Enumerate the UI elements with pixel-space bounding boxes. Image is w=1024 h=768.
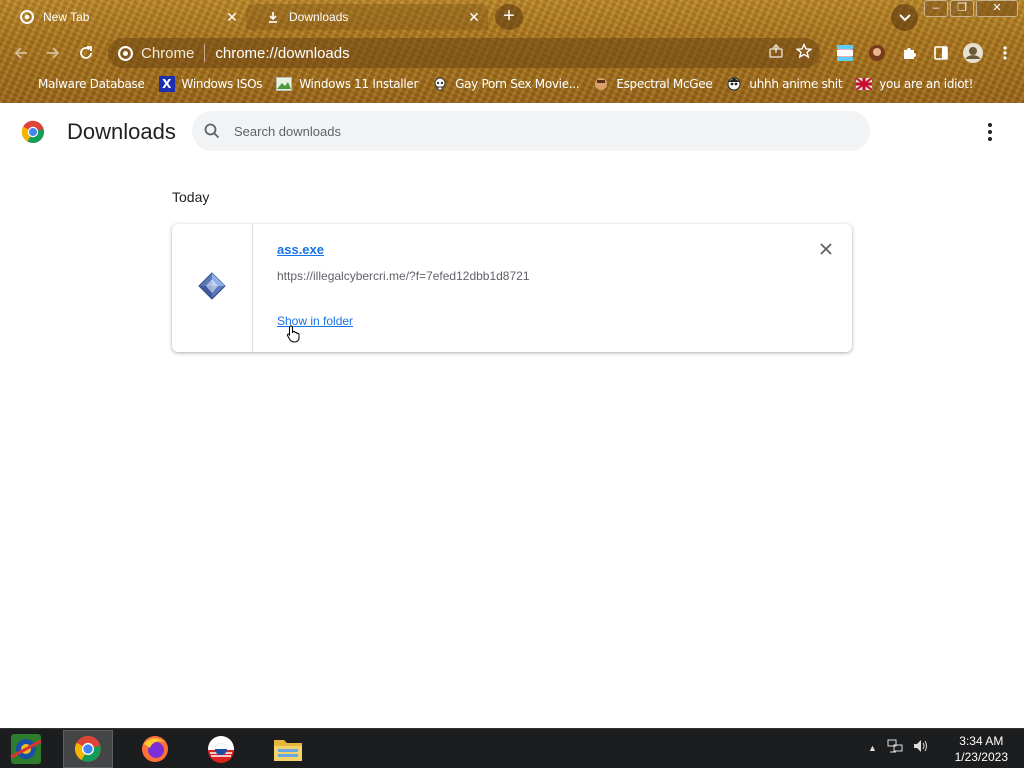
browser-frame: New Tab ✕ Downloads ✕ + – ❐ ✕ Chrome chr… bbox=[0, 0, 1024, 103]
reload-icon bbox=[80, 46, 92, 59]
start-logo-icon bbox=[10, 734, 42, 764]
x-logo-icon: X bbox=[158, 76, 175, 92]
tab-new-tab[interactable]: New Tab ✕ bbox=[0, 4, 246, 30]
forward-arrow-icon bbox=[47, 47, 60, 59]
search-downloads[interactable] bbox=[192, 111, 870, 151]
bookmark-label: Gay Porn Sex Movie... bbox=[455, 77, 580, 91]
show-hidden-icons-icon[interactable]: ▲ bbox=[868, 743, 877, 753]
anime-face-icon bbox=[726, 76, 742, 92]
chrome-logo-icon bbox=[21, 120, 45, 144]
obama-logo-icon bbox=[208, 736, 234, 763]
taskbar-chrome[interactable] bbox=[63, 730, 113, 768]
bookmark-gay-porn-sex-movie[interactable]: Gay Porn Sex Movie... bbox=[432, 76, 580, 92]
site-name: Chrome bbox=[141, 44, 195, 62]
folder-icon bbox=[274, 740, 302, 761]
remove-download-button[interactable] bbox=[818, 241, 834, 257]
tab-search-button[interactable] bbox=[891, 4, 918, 31]
more-actions-button[interactable] bbox=[980, 121, 1000, 143]
search-icon bbox=[204, 123, 220, 139]
new-tab-button[interactable]: + bbox=[495, 4, 523, 30]
tab-strip: New Tab ✕ Downloads ✕ + – ❐ ✕ bbox=[0, 0, 1024, 34]
bookmark-label: Windows 11 Installer bbox=[299, 77, 419, 91]
extension-flag-icon[interactable] bbox=[832, 40, 858, 66]
dot-icon bbox=[988, 137, 992, 141]
extension-avatar-icon[interactable] bbox=[864, 40, 890, 66]
address-bar[interactable]: Chrome chrome://downloads bbox=[108, 38, 820, 68]
taskbar-firefox[interactable] bbox=[130, 730, 180, 768]
malware-icon bbox=[22, 76, 30, 92]
bookmark-uhhh-anime-shit[interactable]: uhhh anime shit bbox=[726, 76, 843, 92]
toolbar: Chrome chrome://downloads bbox=[0, 36, 1024, 70]
network-icon[interactable] bbox=[887, 739, 903, 756]
skull-icon bbox=[432, 76, 448, 92]
download-item: ass.exe https://illegalcybercri.me/?f=7e… bbox=[172, 224, 852, 352]
extensions-puzzle-icon[interactable] bbox=[896, 40, 922, 66]
clock-date: 1/23/2023 bbox=[954, 750, 1008, 764]
chrome-icon bbox=[118, 45, 133, 61]
window-controls: – ❐ ✕ bbox=[922, 0, 1018, 17]
dot-icon bbox=[988, 123, 992, 127]
omnibox-divider bbox=[204, 44, 206, 62]
hand-cursor-icon bbox=[286, 325, 302, 348]
date-heading: Today bbox=[172, 189, 210, 205]
taskbar: ▲ 3:34 AM 1/23/2023 bbox=[0, 728, 1024, 768]
profile-icon[interactable] bbox=[960, 40, 986, 66]
chrome-icon bbox=[20, 10, 34, 24]
tab-title: New Tab bbox=[43, 10, 90, 24]
file-source-url: https://illegalcybercri.me/?f=7efed12dbb… bbox=[277, 269, 530, 283]
start-button[interactable] bbox=[8, 732, 44, 766]
reload-button[interactable] bbox=[73, 40, 99, 66]
tab-title: Downloads bbox=[289, 10, 349, 24]
taskbar-file-explorer[interactable] bbox=[263, 730, 313, 768]
side-panel-icon[interactable] bbox=[928, 40, 954, 66]
restore-button[interactable]: ❐ bbox=[950, 0, 974, 17]
bookmark-you-are-an-idiot[interactable]: you are an idiot! bbox=[856, 76, 973, 92]
volume-icon[interactable] bbox=[913, 739, 929, 756]
tab-downloads[interactable]: Downloads ✕ bbox=[246, 4, 488, 30]
close-tab-icon[interactable]: ✕ bbox=[466, 9, 482, 25]
file-icon-column bbox=[172, 224, 253, 352]
bookmark-windows-11-installer[interactable]: Windows 11 Installer bbox=[276, 76, 418, 92]
chrome-menu-icon[interactable] bbox=[992, 40, 1018, 66]
bookmark-windows-isos[interactable]: X Windows ISOs bbox=[158, 76, 263, 92]
minimize-button[interactable]: – bbox=[924, 0, 948, 17]
bookmark-label: you are an idiot! bbox=[879, 77, 974, 91]
clock[interactable]: 3:34 AM 1/23/2023 bbox=[955, 733, 1008, 765]
url-text[interactable]: chrome://downloads bbox=[215, 45, 349, 62]
bookmark-label: Malware Database bbox=[38, 77, 145, 91]
image-icon bbox=[276, 76, 293, 92]
clock-time: 3:34 AM bbox=[959, 734, 1004, 748]
back-arrow-icon bbox=[14, 47, 27, 59]
page-title: Downloads bbox=[67, 119, 176, 144]
bookmark-star-icon[interactable] bbox=[795, 42, 813, 63]
back-button[interactable] bbox=[8, 40, 34, 66]
close-icon bbox=[820, 243, 832, 255]
bookmark-malware-database[interactable]: Malware Database bbox=[22, 76, 145, 92]
file-name-link[interactable]: ass.exe bbox=[277, 242, 324, 257]
bookmark-label: Windows ISOs bbox=[181, 77, 263, 91]
chevron-down-icon bbox=[898, 13, 911, 21]
downloads-header: Downloads bbox=[0, 103, 1024, 163]
taskbar-obama-app[interactable] bbox=[196, 730, 246, 768]
share-icon[interactable] bbox=[768, 43, 784, 63]
chrome-icon bbox=[74, 735, 101, 762]
download-icon bbox=[266, 10, 280, 24]
dot-icon bbox=[988, 130, 992, 134]
close-tab-icon[interactable]: ✕ bbox=[224, 9, 240, 25]
flag-icon bbox=[856, 76, 873, 92]
bookmarks-bar: Malware Database X Windows ISOs Windows … bbox=[0, 73, 1024, 95]
system-tray: ▲ bbox=[868, 739, 929, 756]
bookmark-label: uhhh anime shit bbox=[749, 77, 843, 91]
bookmark-label: Espectral McGee bbox=[616, 77, 713, 91]
forward-button[interactable] bbox=[40, 40, 66, 66]
bookmark-espectral-mcgee[interactable]: Espectral McGee bbox=[593, 76, 713, 92]
window-close-button[interactable]: ✕ bbox=[976, 0, 1018, 17]
character-icon bbox=[593, 76, 609, 92]
search-input[interactable] bbox=[234, 123, 814, 139]
firefox-icon bbox=[142, 736, 168, 762]
executable-file-icon bbox=[197, 271, 227, 306]
